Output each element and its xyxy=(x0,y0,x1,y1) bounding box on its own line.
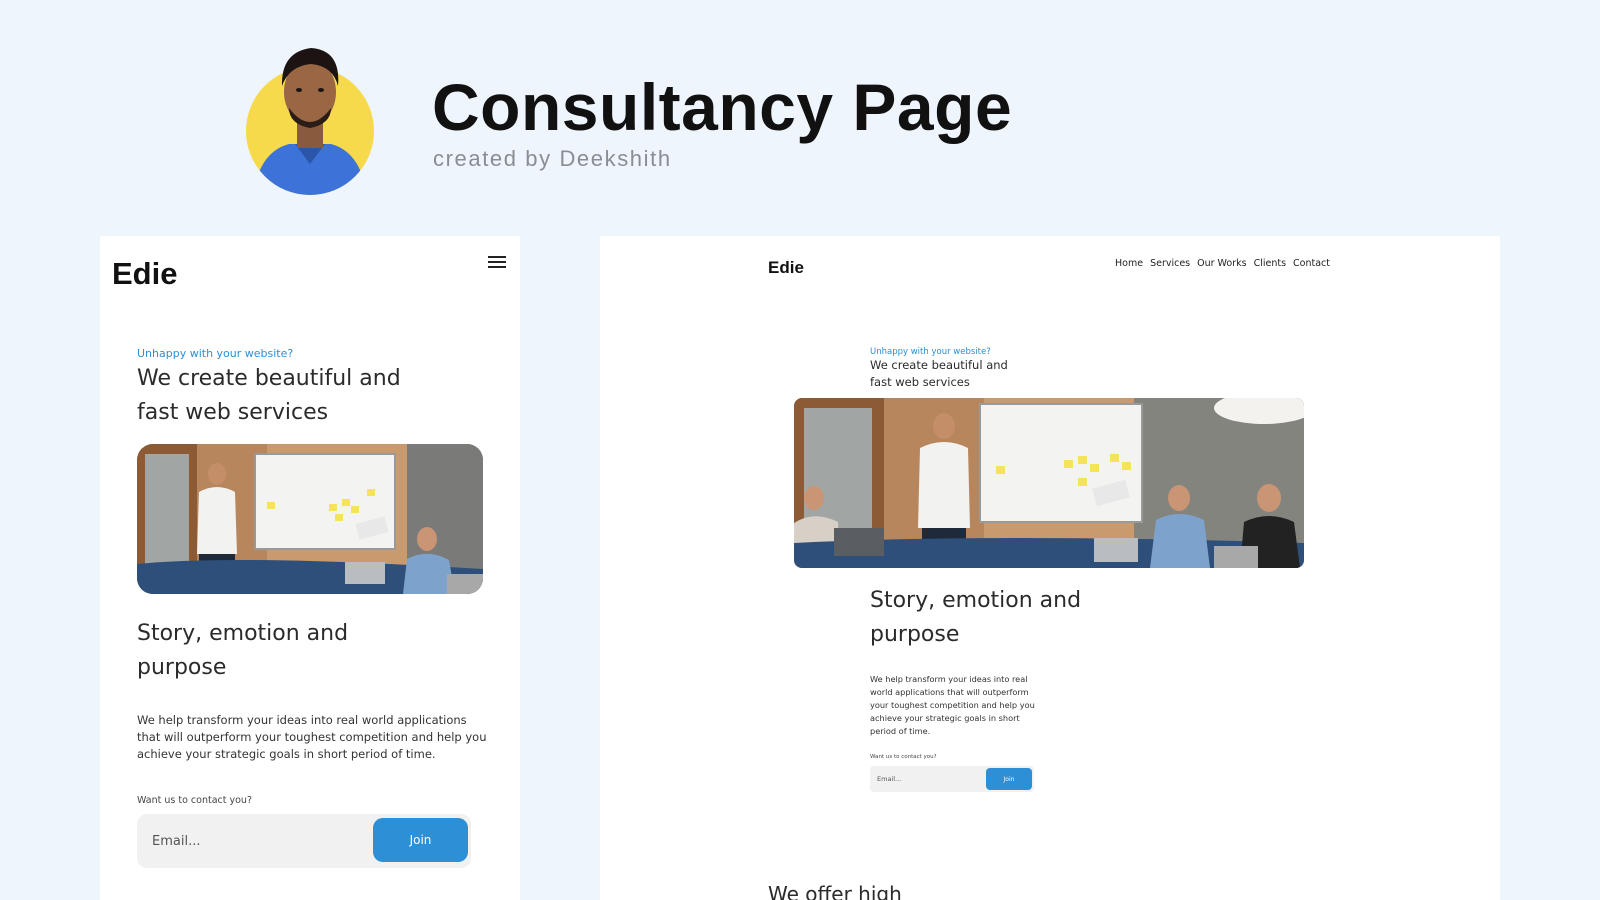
hero-headline: We create beautiful and fast web service… xyxy=(137,366,401,425)
hero-headline: We create beautiful and fast web service… xyxy=(870,358,1008,389)
join-button[interactable]: Join xyxy=(986,768,1032,790)
contact-prompt: Want us to contact you? xyxy=(137,795,252,806)
story-section-title: Story, emotion and purpose xyxy=(137,621,349,680)
join-button[interactable]: Join xyxy=(373,818,468,862)
nav-contact[interactable]: Contact xyxy=(1293,258,1330,269)
email-field[interactable] xyxy=(870,766,982,792)
nav-clients[interactable]: Clients xyxy=(1254,258,1286,269)
team-meeting-photo xyxy=(794,398,1304,568)
contact-prompt: Want us to contact you? xyxy=(870,754,937,760)
team-meeting-photo xyxy=(137,444,483,594)
site-logo[interactable]: Edie xyxy=(768,258,804,278)
hero-tagline: Unhappy with your website? xyxy=(870,347,991,357)
author-avatar xyxy=(245,40,375,196)
story-section-title: Story, emotion and purpose xyxy=(870,588,1082,647)
hero-tagline: Unhappy with your website? xyxy=(137,347,294,360)
nav-our-works[interactable]: Our Works xyxy=(1197,258,1246,269)
story-paragraph: We help transform your ideas into real w… xyxy=(870,674,1035,736)
nav-home[interactable]: Home xyxy=(1115,258,1143,269)
email-signup-form: Join xyxy=(137,814,471,868)
page-title: Consultancy Page xyxy=(432,70,1013,144)
main-nav: Home Services Our Works Clients Contact xyxy=(1115,258,1330,269)
desktop-preview-card: Edie Home Services Our Works Clients Con… xyxy=(600,236,1500,900)
mobile-preview-card: Edie Unhappy with your website? We creat… xyxy=(100,236,520,900)
email-signup-form: Join xyxy=(870,766,1034,792)
hamburger-menu-icon[interactable] xyxy=(488,256,506,270)
site-logo[interactable]: Edie xyxy=(112,256,177,292)
email-field[interactable] xyxy=(137,814,367,868)
nav-services[interactable]: Services xyxy=(1150,258,1190,269)
offer-section-title: We offer high xyxy=(768,882,902,900)
page-subtitle: created by Deekshith xyxy=(433,146,672,171)
story-paragraph: We help transform your ideas into real w… xyxy=(137,713,487,761)
